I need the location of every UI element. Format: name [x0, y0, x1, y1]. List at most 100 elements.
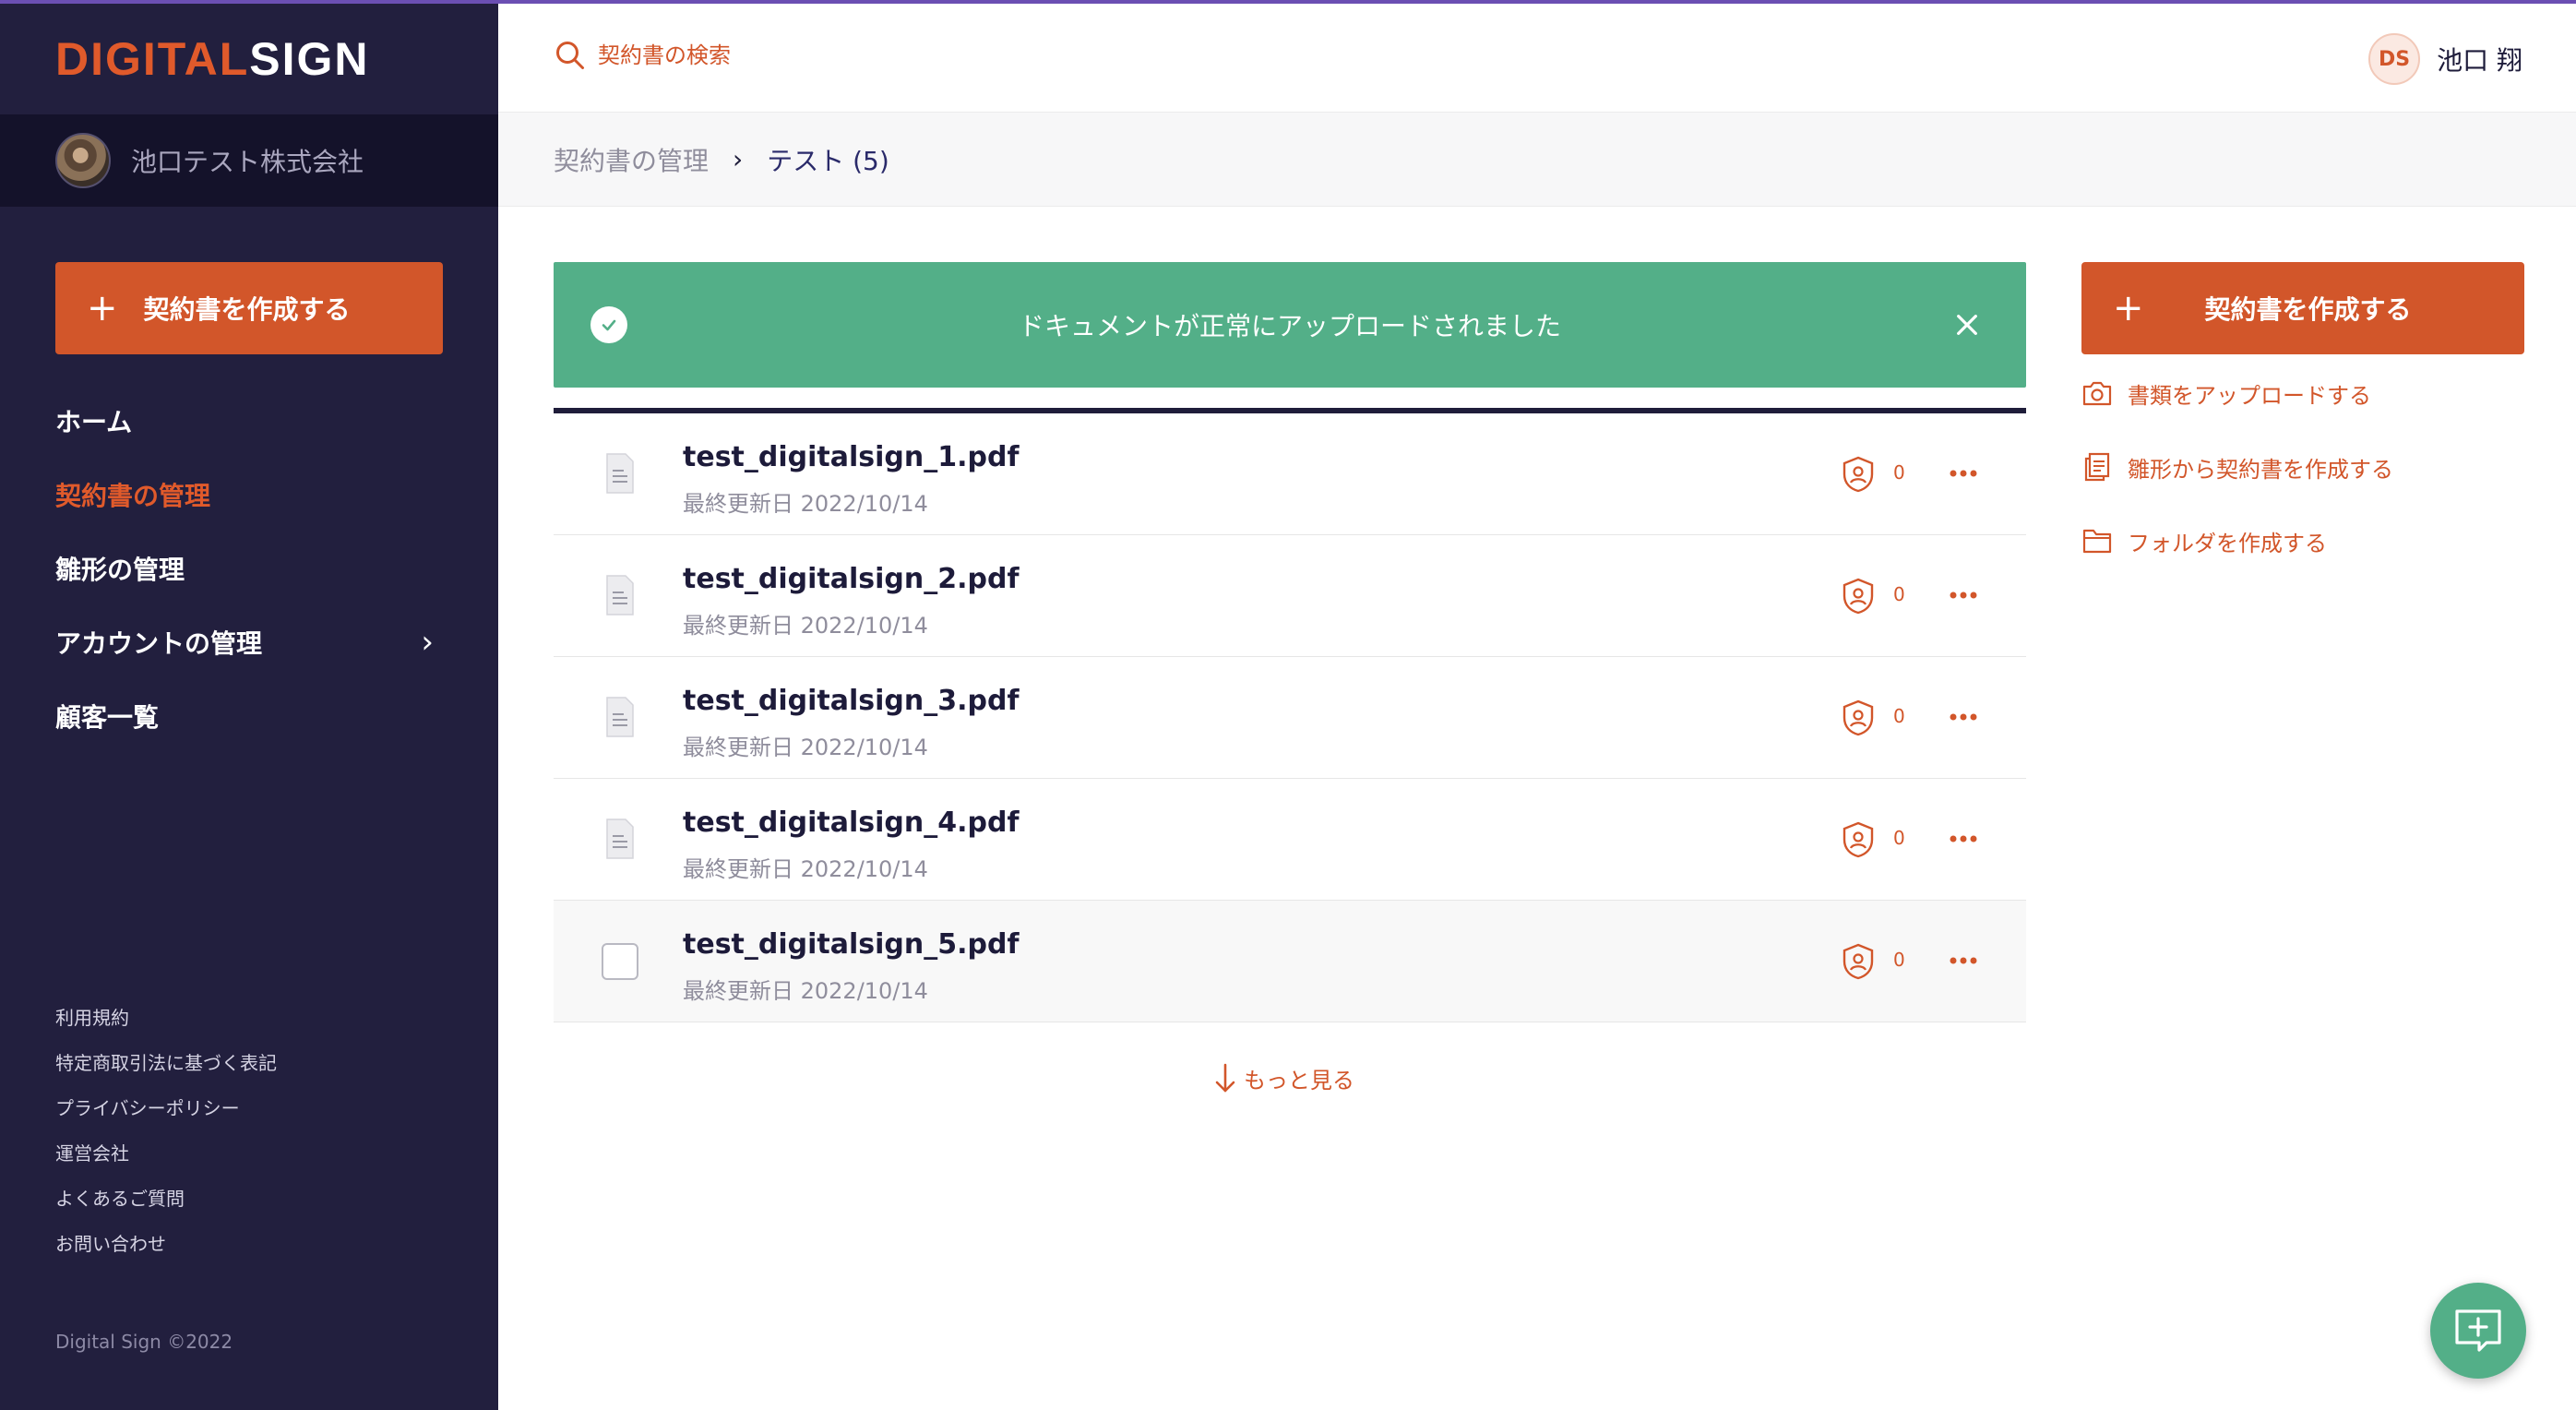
sidebar-item-label: 雛形の管理	[55, 555, 185, 585]
more-horizontal-icon[interactable]	[1949, 712, 1978, 722]
footer-link-faq[interactable]: よくあるご質問	[55, 1183, 277, 1228]
folder-icon	[2082, 529, 2112, 554]
upload-document-action[interactable]: 書類をアップロードする	[2081, 356, 2524, 430]
camera-icon	[2082, 381, 2112, 406]
user-avatar: DS	[2368, 33, 2421, 85]
document-select-checkbox[interactable]	[602, 943, 638, 980]
breadcrumb-current: テスト (5)	[767, 145, 889, 176]
user-menu[interactable]: DS 池口 翔	[2368, 33, 2522, 85]
sidebar-item-label: ホーム	[55, 407, 133, 437]
signer-shield-icon[interactable]	[1842, 821, 1875, 858]
search-input[interactable]	[598, 42, 1151, 68]
search-icon	[556, 42, 584, 69]
signer-count: 0	[1893, 461, 1905, 484]
create-from-template-action[interactable]: 雛形から契約書を作成する	[2081, 430, 2524, 504]
document-list: test_digitalsign_1.pdf 最終更新日 2022/10/14 …	[554, 413, 2026, 1022]
organization-switcher[interactable]: 池口テスト株式会社	[0, 114, 498, 207]
chat-support-button[interactable]	[2430, 1283, 2526, 1379]
action-label: 雛形から契約書を作成する	[2128, 456, 2393, 483]
document-updated-date: 最終更新日 2022/10/14	[683, 978, 928, 1004]
more-horizontal-icon[interactable]	[1949, 469, 1978, 478]
footer-links: 利用規約 特定商取引法に基づく表記 プライバシーポリシー 運営会社 よくあるご質…	[55, 1002, 277, 1273]
signer-shield-icon[interactable]	[1842, 578, 1875, 615]
footer-link-commercial-law[interactable]: 特定商取引法に基づく表記	[55, 1047, 277, 1093]
signer-count: 0	[1893, 583, 1905, 605]
success-alert: ドキュメントが正常にアップロードされました	[554, 262, 2026, 388]
action-list: 書類をアップロードする 雛形から契約書を作成する フォルダを作成する	[2081, 356, 2524, 578]
plus-icon: +	[2113, 287, 2144, 329]
sidebar-item-label: アカウントの管理	[55, 628, 263, 659]
create-contract-label: 契約書を作成する	[143, 294, 351, 325]
signer-shield-icon[interactable]	[1842, 456, 1875, 493]
signer-count: 0	[1893, 949, 1905, 971]
document-row[interactable]: test_digitalsign_2.pdf 最終更新日 2022/10/14 …	[554, 535, 2026, 657]
sidebar-nav: ホーム 契約書の管理 雛形の管理 アカウントの管理 › 顧客一覧	[55, 384, 443, 753]
action-label: 書類をアップロードする	[2128, 382, 2371, 409]
sidebar: DIGITALSIGN 池口テスト株式会社 + 契約書を作成する ホーム 契約書…	[0, 0, 498, 1410]
document-updated-date: 最終更新日 2022/10/14	[683, 735, 928, 760]
show-more-link[interactable]: もっと見る	[1212, 1061, 1354, 1094]
file-icon	[606, 575, 634, 615]
sidebar-item-home[interactable]: ホーム	[55, 384, 443, 458]
sidebar-item-label: 契約書の管理	[55, 481, 211, 511]
document-row[interactable]: test_digitalsign_4.pdf 最終更新日 2022/10/14 …	[554, 779, 2026, 901]
sidebar-item-contracts[interactable]: 契約書の管理	[55, 458, 443, 532]
chevron-right-icon: ›	[733, 144, 744, 174]
sidebar-item-label: 顧客一覧	[55, 702, 160, 733]
signer-shield-icon[interactable]	[1842, 699, 1875, 736]
close-icon[interactable]	[1952, 310, 1982, 340]
document-updated-date: 最終更新日 2022/10/14	[683, 613, 928, 639]
document-name[interactable]: test_digitalsign_4.pdf	[683, 807, 1020, 839]
logo-part-sign: SIGN	[249, 33, 370, 85]
document-updated-date: 最終更新日 2022/10/14	[683, 491, 928, 517]
more-horizontal-icon[interactable]	[1949, 834, 1978, 843]
search-bar[interactable]	[554, 39, 1151, 72]
app-root: DIGITALSIGN 池口テスト株式会社 + 契約書を作成する ホーム 契約書…	[0, 0, 2576, 1410]
more-horizontal-icon[interactable]	[1949, 956, 1978, 965]
header: DS 池口 翔	[498, 0, 2576, 113]
signer-count: 0	[1893, 705, 1905, 727]
signer-count: 0	[1893, 827, 1905, 849]
sidebar-create-contract-button[interactable]: + 契約書を作成する	[55, 262, 443, 354]
footer-link-privacy[interactable]: プライバシーポリシー	[55, 1093, 277, 1138]
document-updated-date: 最終更新日 2022/10/14	[683, 856, 928, 882]
user-name: 池口 翔	[2437, 45, 2522, 76]
file-icon	[606, 453, 634, 494]
chat-plus-icon	[2455, 1309, 2501, 1352]
footer-link-contact[interactable]: お問い合わせ	[55, 1228, 277, 1273]
documents-icon	[2084, 452, 2110, 482]
right-panel: + 契約書を作成する 書類をアップロードする 雛形から契約書を作成する フォルダ…	[2081, 262, 2524, 578]
plus-icon: +	[87, 287, 118, 329]
logo[interactable]: DIGITALSIGN	[55, 33, 370, 85]
logo-part-digital: DIGITAL	[55, 33, 250, 85]
document-row[interactable]: test_digitalsign_3.pdf 最終更新日 2022/10/14 …	[554, 657, 2026, 779]
signer-shield-icon[interactable]	[1842, 943, 1875, 980]
document-name[interactable]: test_digitalsign_3.pdf	[683, 685, 1020, 717]
footer-link-company[interactable]: 運営会社	[55, 1138, 277, 1183]
top-accent-line	[0, 0, 2576, 4]
footer-link-terms[interactable]: 利用規約	[55, 1002, 277, 1047]
more-horizontal-icon[interactable]	[1949, 591, 1978, 600]
file-icon	[606, 697, 634, 737]
document-name[interactable]: test_digitalsign_2.pdf	[683, 563, 1020, 595]
file-icon	[606, 819, 634, 859]
check-circle-icon	[590, 306, 627, 343]
document-name[interactable]: test_digitalsign_5.pdf	[683, 928, 1020, 961]
create-folder-action[interactable]: フォルダを作成する	[2081, 504, 2524, 578]
organization-avatar	[55, 133, 111, 188]
sidebar-item-customers[interactable]: 顧客一覧	[55, 679, 443, 753]
document-name[interactable]: test_digitalsign_1.pdf	[683, 441, 1020, 473]
document-row[interactable]: test_digitalsign_1.pdf 最終更新日 2022/10/14 …	[554, 413, 2026, 535]
create-contract-label: 契約書を作成する	[2204, 294, 2412, 325]
breadcrumb: 契約書の管理 › テスト (5)	[498, 113, 2576, 207]
arrow-down-icon	[1215, 1063, 1235, 1093]
organization-name: 池口テスト株式会社	[131, 147, 364, 177]
breadcrumb-parent[interactable]: 契約書の管理	[554, 141, 709, 178]
document-row[interactable]: test_digitalsign_5.pdf 最終更新日 2022/10/14 …	[554, 901, 2026, 1022]
action-label: フォルダを作成する	[2128, 530, 2327, 556]
create-contract-button[interactable]: + 契約書を作成する	[2081, 262, 2524, 354]
chevron-right-icon: ›	[421, 624, 434, 661]
sidebar-item-accounts[interactable]: アカウントの管理 ›	[55, 605, 443, 679]
copyright: Digital Sign ©2022	[55, 1331, 233, 1353]
sidebar-item-templates[interactable]: 雛形の管理	[55, 532, 443, 605]
